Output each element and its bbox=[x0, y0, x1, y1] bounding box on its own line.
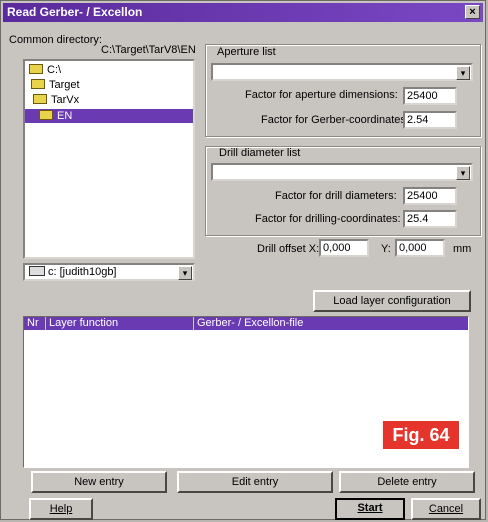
gerber-coord-label: Factor for Gerber-coordinates: bbox=[261, 114, 409, 126]
tree-node-root[interactable]: C:\ bbox=[29, 63, 61, 77]
gerber-import-dialog: Read Gerber- / Excellon × Common directo… bbox=[0, 0, 486, 520]
drill-coord-label: Factor for drilling-coordinates: bbox=[255, 213, 401, 225]
chevron-down-icon[interactable]: ▾ bbox=[456, 166, 470, 180]
column-header-file[interactable]: Gerber- / Excellon-file bbox=[194, 317, 468, 330]
drive-select[interactable]: c: [judith10gb] ▾ bbox=[23, 263, 195, 281]
folder-open-icon bbox=[29, 64, 43, 74]
column-header-layer-function[interactable]: Layer function bbox=[46, 317, 194, 330]
offset-unit-label: mm bbox=[453, 243, 472, 255]
drill-list-label: Drill diameter list bbox=[219, 147, 301, 159]
chevron-down-icon[interactable]: ▾ bbox=[178, 266, 192, 280]
drill-dia-input[interactable]: 25400 bbox=[403, 187, 457, 205]
tree-node-en-selected[interactable]: EN bbox=[25, 109, 193, 123]
folder-open-icon bbox=[33, 94, 47, 104]
directory-tree[interactable]: C:\ Target TarVx EN bbox=[23, 59, 195, 259]
delete-entry-button[interactable]: Delete entry bbox=[339, 471, 475, 493]
folder-open-icon bbox=[31, 79, 45, 89]
chevron-down-icon[interactable]: ▾ bbox=[456, 66, 470, 80]
window-title: Read Gerber- / Excellon bbox=[7, 5, 143, 19]
directory-path: C:\Target\TarV8\EN bbox=[101, 44, 196, 56]
folder-open-icon bbox=[39, 110, 53, 120]
help-button[interactable]: Help bbox=[29, 498, 93, 520]
aperture-list-label: Aperture list bbox=[217, 46, 276, 58]
drive-icon bbox=[29, 266, 45, 276]
aperture-dim-label: Factor for aperture dimensions: bbox=[245, 89, 398, 101]
close-button[interactable]: × bbox=[465, 5, 480, 19]
tree-node-tarvx[interactable]: TarVx bbox=[33, 93, 79, 107]
aperture-dim-input[interactable]: 25400 bbox=[403, 87, 457, 105]
common-directory-label: Common directory: bbox=[9, 34, 102, 46]
table-header: Nr Layer function Gerber- / Excellon-fil… bbox=[24, 317, 468, 330]
figure-label: Fig. 64 bbox=[383, 421, 459, 449]
drill-list-select[interactable]: ▾ bbox=[211, 163, 473, 181]
drill-offset-y-label: Y: bbox=[381, 243, 391, 255]
aperture-list-select[interactable]: ▾ bbox=[211, 63, 473, 81]
drill-coord-input[interactable]: 25.4 bbox=[403, 210, 457, 228]
drill-dia-label: Factor for drill diameters: bbox=[275, 190, 397, 202]
column-header-nr[interactable]: Nr bbox=[24, 317, 46, 330]
gerber-coord-input[interactable]: 2.54 bbox=[403, 111, 457, 129]
tree-node-target[interactable]: Target bbox=[31, 78, 80, 92]
cancel-button[interactable]: Cancel bbox=[411, 498, 481, 520]
start-button[interactable]: Start bbox=[335, 498, 405, 520]
drill-offset-x-input[interactable]: 0,000 bbox=[319, 239, 369, 257]
title-bar: Read Gerber- / Excellon × bbox=[3, 3, 483, 22]
drill-offset-x-label: Drill offset X: bbox=[257, 243, 320, 255]
drill-offset-y-input[interactable]: 0,000 bbox=[395, 239, 445, 257]
edit-entry-button[interactable]: Edit entry bbox=[177, 471, 333, 493]
load-layer-configuration-button[interactable]: Load layer configuration bbox=[313, 290, 471, 312]
new-entry-button[interactable]: New entry bbox=[31, 471, 167, 493]
